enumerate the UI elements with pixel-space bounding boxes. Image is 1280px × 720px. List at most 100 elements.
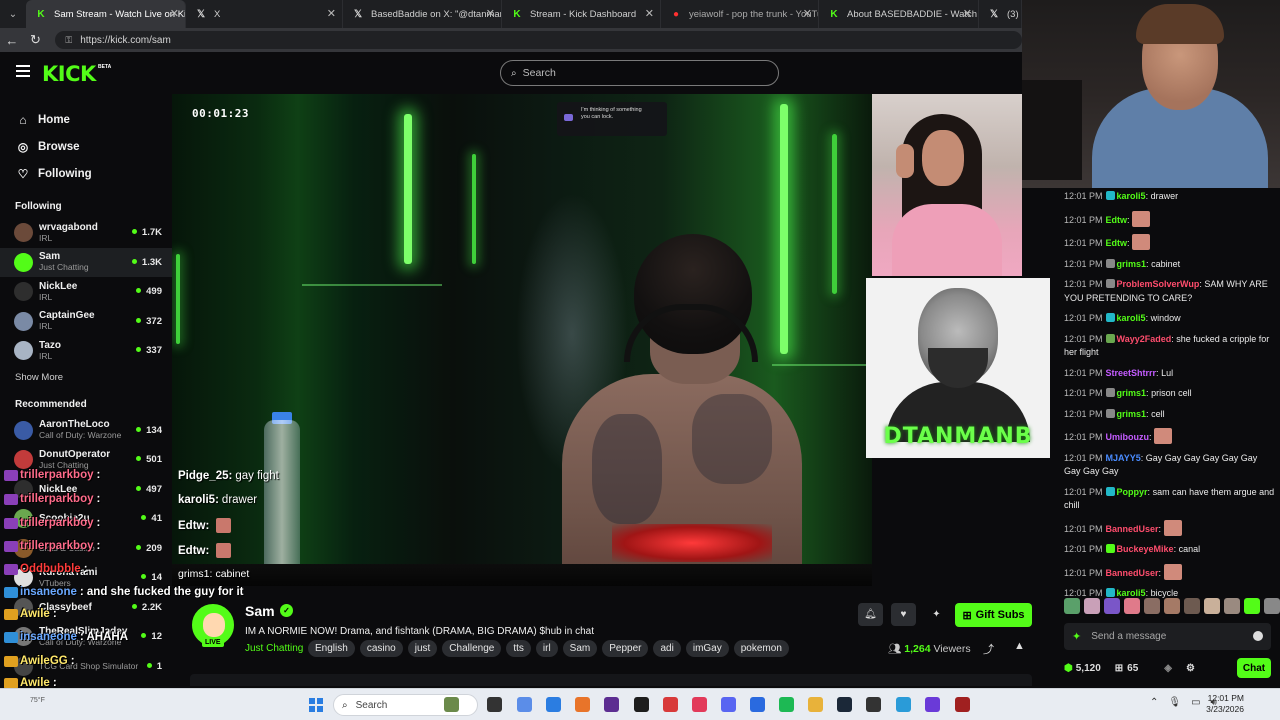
- quick-emote[interactable]: [1184, 598, 1200, 614]
- chat-username[interactable]: Umibouzu: [1106, 432, 1150, 442]
- chat-username[interactable]: BannedUser: [1106, 568, 1159, 578]
- report-icon[interactable]: ▲: [1014, 640, 1025, 652]
- chat-username[interactable]: karoli5: [1117, 588, 1146, 598]
- spotify-icon[interactable]: [779, 697, 794, 712]
- stream-tag[interactable]: imGay: [685, 640, 729, 657]
- steam-icon[interactable]: [837, 697, 852, 712]
- points-count[interactable]: 5,120: [1076, 663, 1101, 674]
- windows-start-icon[interactable]: [309, 698, 323, 712]
- chat-username[interactable]: Wayy2Faded: [1117, 334, 1172, 344]
- sub-count[interactable]: 65: [1127, 663, 1138, 674]
- sparkle-icon[interactable]: ✦: [1072, 630, 1081, 643]
- app-icon[interactable]: [896, 697, 911, 712]
- chat-username[interactable]: ProblemSolverWup: [1117, 279, 1200, 289]
- nav-browse[interactable]: ◎ Browse: [0, 133, 172, 160]
- reload-icon[interactable]: ↻: [24, 32, 48, 48]
- stream-tag[interactable]: irl: [535, 640, 558, 657]
- settings-icon[interactable]: ⚙: [1186, 663, 1195, 674]
- chat-username[interactable]: karoli5: [1117, 191, 1146, 201]
- chat-username[interactable]: Poppyr: [1117, 487, 1148, 497]
- back-icon[interactable]: ←: [0, 33, 24, 48]
- quick-emote[interactable]: [1124, 598, 1140, 614]
- kick-logo[interactable]: KICK: [42, 62, 96, 86]
- app-icon[interactable]: [604, 697, 619, 712]
- stream-tag[interactable]: Challenge: [442, 640, 502, 657]
- file-explorer-icon[interactable]: [808, 697, 823, 712]
- chat-username[interactable]: BannedUser: [1106, 524, 1159, 534]
- chat-username[interactable]: MJAYY5: [1106, 453, 1141, 463]
- app-icon[interactable]: [663, 697, 678, 712]
- chat-username[interactable]: grims1: [1117, 388, 1147, 398]
- stream-tag[interactable]: Pepper: [602, 640, 649, 657]
- clip-button[interactable]: ✦: [924, 603, 949, 626]
- url-field[interactable]: ⚿ https://kick.com/sam: [55, 31, 1022, 49]
- browser-tab-kick-dashboard[interactable]: K Stream - Kick Dashboard ✕: [502, 0, 661, 28]
- nav-home[interactable]: ⌂ Home: [0, 106, 172, 133]
- streamer-name[interactable]: Sam: [245, 603, 275, 619]
- gift-subs-button[interactable]: ⊞ Gift Subs: [955, 603, 1032, 627]
- quick-emote[interactable]: [1244, 598, 1260, 614]
- emoji-picker-icon[interactable]: [1253, 631, 1263, 641]
- chat-send-button[interactable]: Chat: [1237, 658, 1271, 678]
- discord-icon[interactable]: [721, 697, 736, 712]
- emotes-icon[interactable]: ◈: [1164, 663, 1172, 674]
- video-player[interactable]: 00:01:23 I'm thinking of something you c…: [172, 94, 872, 586]
- stream-tag[interactable]: tts: [506, 640, 531, 657]
- quick-emote[interactable]: [1104, 598, 1120, 614]
- tab-search-dropdown-icon[interactable]: ⌄: [0, 0, 26, 28]
- quick-emote[interactable]: [1224, 598, 1240, 614]
- close-tab-icon[interactable]: ✕: [170, 7, 179, 20]
- browser-tab-youtube[interactable]: ● yeiawolf - pop the trunk - YouTub ✕: [661, 0, 819, 28]
- games-icon[interactable]: [444, 697, 459, 712]
- task-view-icon[interactable]: [487, 697, 502, 712]
- chat-input-box[interactable]: ✦: [1064, 623, 1271, 650]
- app-icon[interactable]: [750, 697, 765, 712]
- stream-tag[interactable]: casino: [359, 640, 403, 657]
- music-icon[interactable]: [692, 697, 707, 712]
- quick-emote[interactable]: [1264, 598, 1280, 614]
- show-more-link[interactable]: Show More: [0, 372, 172, 383]
- weather-widget[interactable]: 75°F: [30, 697, 45, 704]
- browser-tab-bas[interactable]: 𝕏 (3) Bas: [979, 0, 1022, 28]
- sidebar-channel[interactable]: AaronTheLoco Call of Duty: Warzone 134: [0, 416, 172, 446]
- stream-tag[interactable]: just: [407, 640, 438, 657]
- chat-username[interactable]: StreetShtrrr: [1106, 368, 1157, 378]
- notification-bell-button[interactable]: 🔔︎: [858, 603, 883, 626]
- close-tab-icon[interactable]: ✕: [803, 7, 812, 20]
- follow-heart-button[interactable]: ♥: [891, 603, 916, 626]
- browser-tab-about-basedbaddie[interactable]: K About BASEDBADDIE - Watch Live ✕: [819, 0, 979, 28]
- sidebar-channel[interactable]: Tazo IRL 337: [0, 336, 172, 366]
- share-icon[interactable]: ⤴: [983, 641, 994, 657]
- quick-emote[interactable]: [1144, 598, 1160, 614]
- quick-emote[interactable]: [1164, 598, 1180, 614]
- edge-icon[interactable]: [546, 697, 561, 712]
- menu-icon[interactable]: [16, 65, 30, 77]
- close-tab-icon[interactable]: ✕: [486, 7, 495, 20]
- chat-username[interactable]: Edtw: [1106, 215, 1128, 225]
- sidebar-channel[interactable]: Sam Just Chatting 1.3K: [0, 247, 172, 277]
- chat-username[interactable]: grims1: [1117, 409, 1147, 419]
- quick-emote[interactable]: [1064, 598, 1080, 614]
- chrome-icon[interactable]: [634, 697, 649, 712]
- close-tab-icon[interactable]: ✕: [963, 7, 972, 20]
- stream-tag[interactable]: Sam: [562, 640, 598, 657]
- stream-tag[interactable]: adi: [653, 640, 681, 657]
- search-bar[interactable]: ⌕: [500, 60, 779, 86]
- taskbar-clock[interactable]: 12:01 PM 3/23/2026: [1200, 693, 1244, 715]
- browser-tab-basedbaddie-x[interactable]: 𝕏 BasedBaddie on X: "@dtanmanb ✕: [343, 0, 502, 28]
- chat-message-input[interactable]: [1091, 631, 1232, 642]
- chevron-up-icon[interactable]: ⌃: [1150, 697, 1158, 708]
- category-link[interactable]: Just Chatting: [245, 643, 303, 654]
- browser-tab-sam-stream[interactable]: K Sam Stream - Watch Live on Kick ✕: [26, 0, 186, 28]
- firefox-icon[interactable]: [575, 697, 590, 712]
- browser-tab-x[interactable]: 𝕏 X ✕: [186, 0, 343, 28]
- chat-username[interactable]: Edtw: [1106, 238, 1128, 248]
- microphone-icon[interactable]: 🎙︎: [1168, 697, 1181, 708]
- stream-tag[interactable]: pokemon: [733, 640, 789, 657]
- sidebar-channel[interactable]: wrvagabond IRL 1.7K: [0, 218, 172, 248]
- app-icon[interactable]: [955, 697, 970, 712]
- close-tab-icon[interactable]: ✕: [645, 7, 654, 20]
- chat-username[interactable]: BuckeyeMike: [1117, 544, 1174, 554]
- chat-username[interactable]: karoli5: [1117, 313, 1146, 323]
- search-input[interactable]: [522, 67, 743, 79]
